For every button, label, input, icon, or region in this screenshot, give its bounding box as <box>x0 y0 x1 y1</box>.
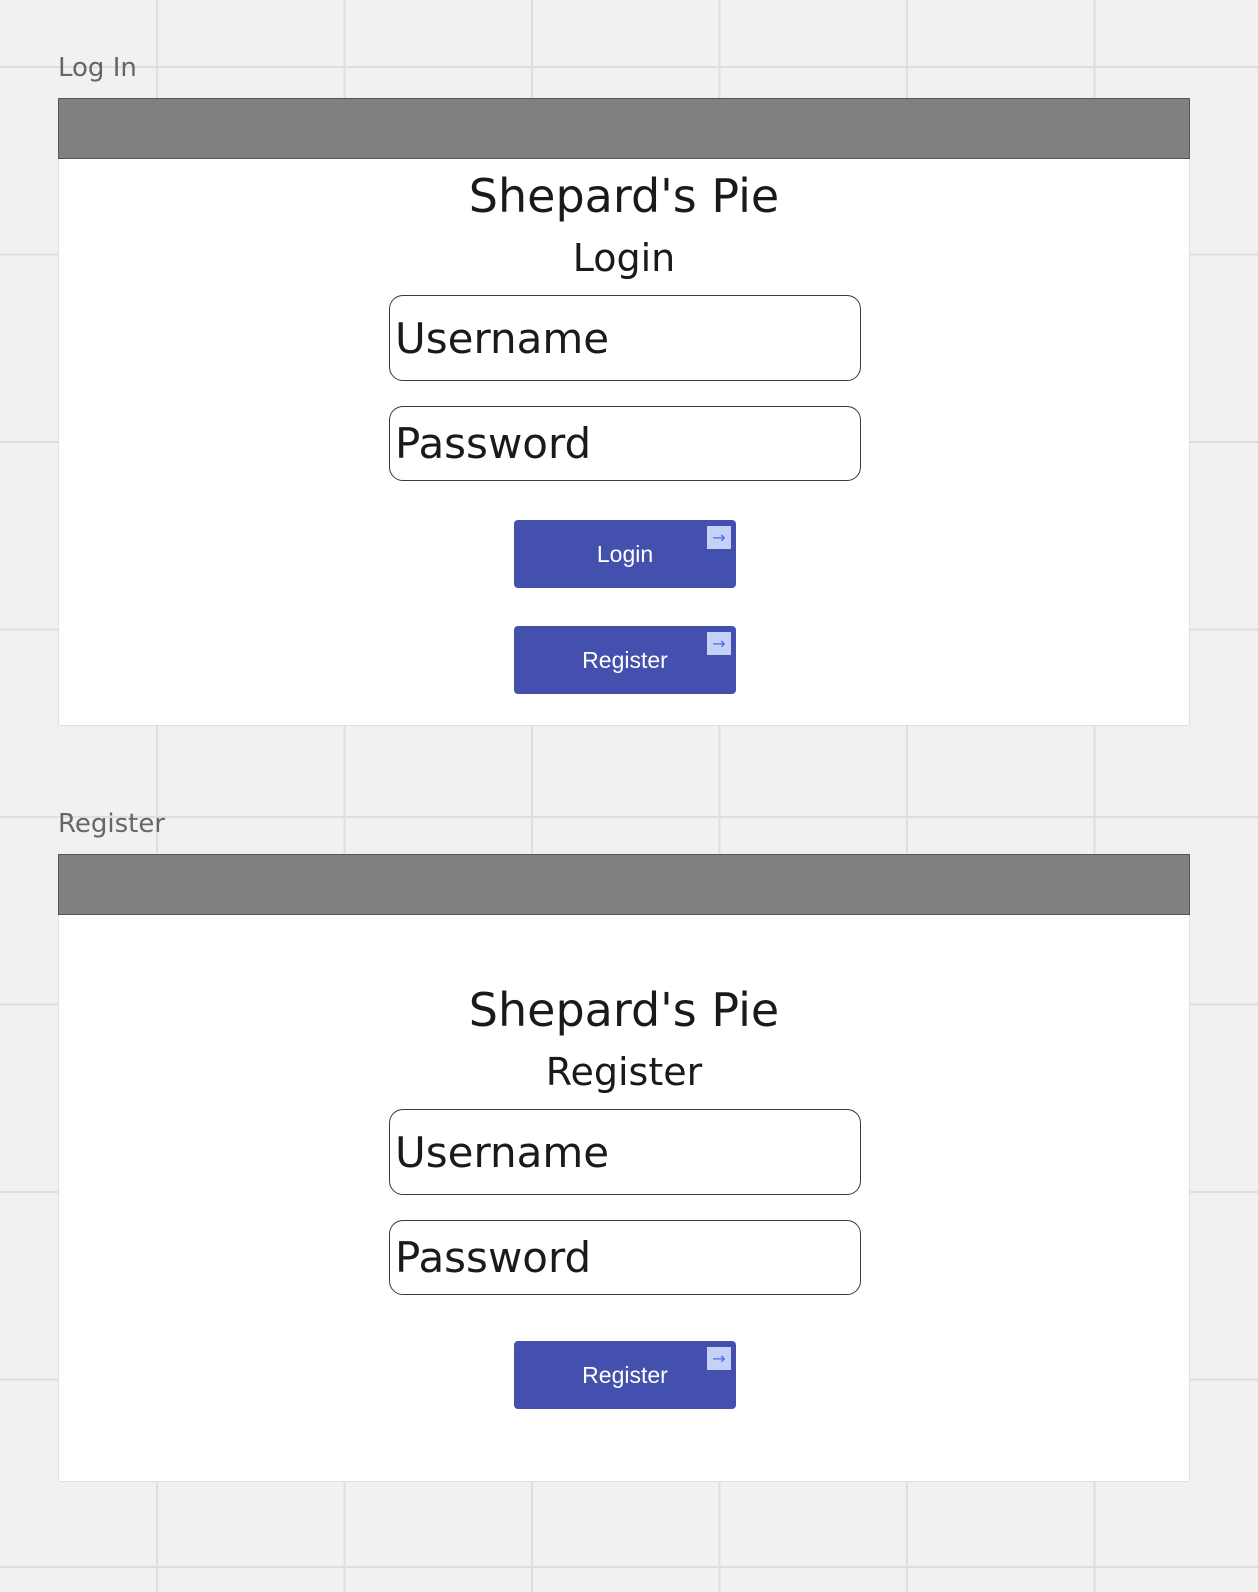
frame-label-register: Register <box>58 809 166 839</box>
app-title: Shepard's Pie <box>468 169 780 223</box>
username-placeholder: Username <box>395 1127 610 1177</box>
username-placeholder: Username <box>395 313 610 363</box>
arrow-right-icon: → <box>707 632 731 655</box>
register-button[interactable]: Register → <box>514 1341 736 1409</box>
form-title: Register <box>545 1050 703 1094</box>
app-title: Shepard's Pie <box>468 983 780 1037</box>
login-button-label: Login <box>596 540 654 567</box>
register-button-label: Register <box>582 1361 668 1388</box>
password-placeholder: Password <box>395 419 592 468</box>
arrow-right-icon: → <box>707 526 731 549</box>
frame-header-bar <box>58 98 1190 159</box>
register-button-label: Register <box>582 646 668 673</box>
username-field[interactable]: Username <box>389 1109 861 1195</box>
register-button[interactable]: Register → <box>514 626 736 694</box>
arrow-right-icon: → <box>707 1347 731 1370</box>
register-frame: Shepard's Pie Register Username Password… <box>58 854 1190 1482</box>
frame-header-bar <box>58 854 1190 915</box>
password-field[interactable]: Password <box>389 406 861 481</box>
login-frame: Shepard's Pie Login Username Password Lo… <box>58 98 1190 726</box>
login-button[interactable]: Login → <box>514 520 736 588</box>
frame-label-login: Log In <box>58 53 137 83</box>
password-field[interactable]: Password <box>389 1220 861 1295</box>
form-title: Login <box>572 236 676 280</box>
password-placeholder: Password <box>395 1233 592 1282</box>
username-field[interactable]: Username <box>389 295 861 381</box>
